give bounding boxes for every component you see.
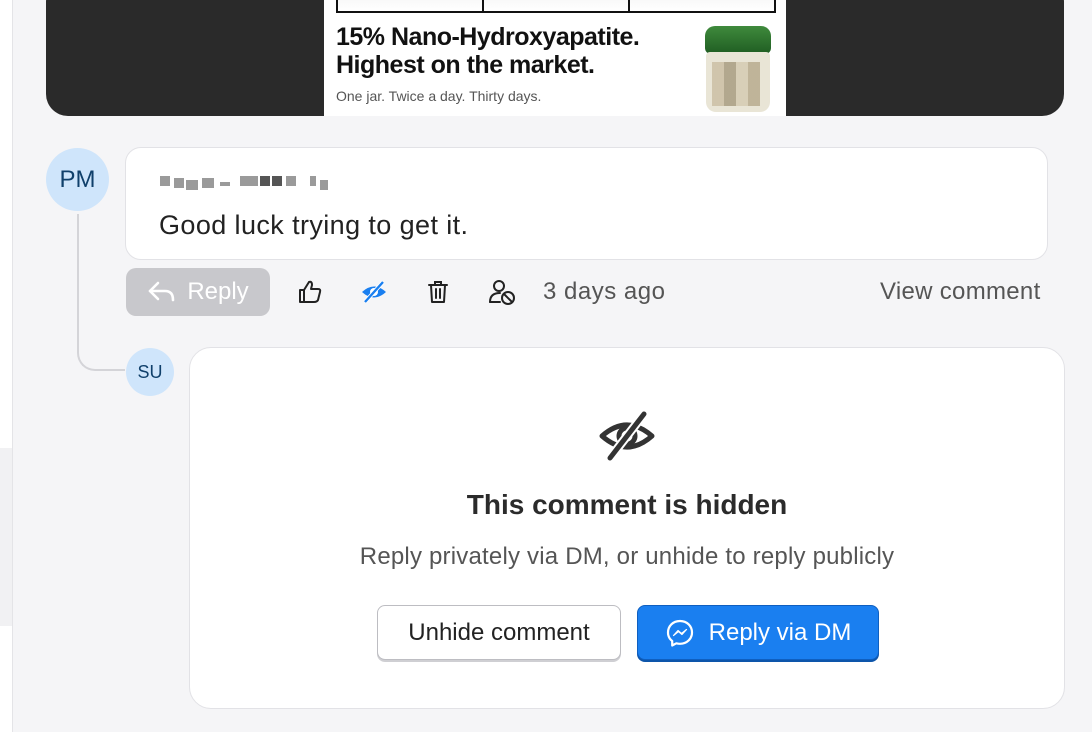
post-media-card: 15% Nano-Hydroxyapatite. Highest on the … — [46, 0, 1064, 116]
hidden-title: This comment is hidden — [466, 489, 788, 520]
avatar-initials: PM — [59, 165, 96, 193]
messenger-icon — [666, 619, 693, 647]
ad-image: 15% Nano-Hydroxyapatite. Highest on the … — [324, 0, 786, 116]
reply-via-dm-button[interactable]: Reply via DM — [637, 605, 879, 660]
ad-product-grid — [336, 0, 776, 13]
hidden-subtitle: Reply privately via DM, or unhide to rep… — [359, 543, 895, 570]
left-rail — [0, 0, 13, 732]
avatar-initials: SU — [137, 361, 163, 382]
commenter-name-redacted — [160, 170, 332, 192]
comment-text: Good luck trying to get it. — [159, 210, 469, 240]
product-jar-image — [704, 26, 774, 112]
comment-timestamp: 3 days ago — [543, 278, 666, 305]
reply-arrow-icon — [149, 281, 175, 302]
left-rail-shade — [0, 448, 12, 626]
delete-button[interactable] — [422, 276, 454, 308]
reply-button[interactable]: Reply — [126, 268, 270, 316]
reply-author-avatar[interactable]: SU — [126, 348, 174, 396]
ad-headline: 15% Nano-Hydroxyapatite. Highest on the … — [336, 23, 640, 79]
commenter-avatar[interactable]: PM — [46, 148, 109, 211]
dm-label: Reply via DM — [708, 618, 852, 646]
thread-connector-line — [77, 214, 125, 371]
trash-icon — [428, 281, 448, 303]
eye-off-icon — [599, 411, 655, 461]
unhide-comment-button[interactable]: Unhide comment — [377, 605, 621, 660]
hide-toggle-button[interactable] — [358, 276, 390, 308]
like-button[interactable] — [294, 276, 326, 308]
view-comment-link[interactable]: View comment — [880, 278, 1041, 306]
thumbs-up-icon — [299, 280, 322, 303]
hidden-comment-card: This comment is hidden Reply privately v… — [189, 347, 1065, 709]
block-user-button[interactable] — [486, 276, 518, 308]
ad-tagline: One jar. Twice a day. Thirty days. — [336, 88, 542, 104]
block-user-icon — [489, 280, 515, 305]
comment-bubble: Good luck trying to get it. — [125, 147, 1048, 260]
reply-label: Reply — [187, 278, 249, 305]
eye-off-icon — [362, 280, 386, 304]
